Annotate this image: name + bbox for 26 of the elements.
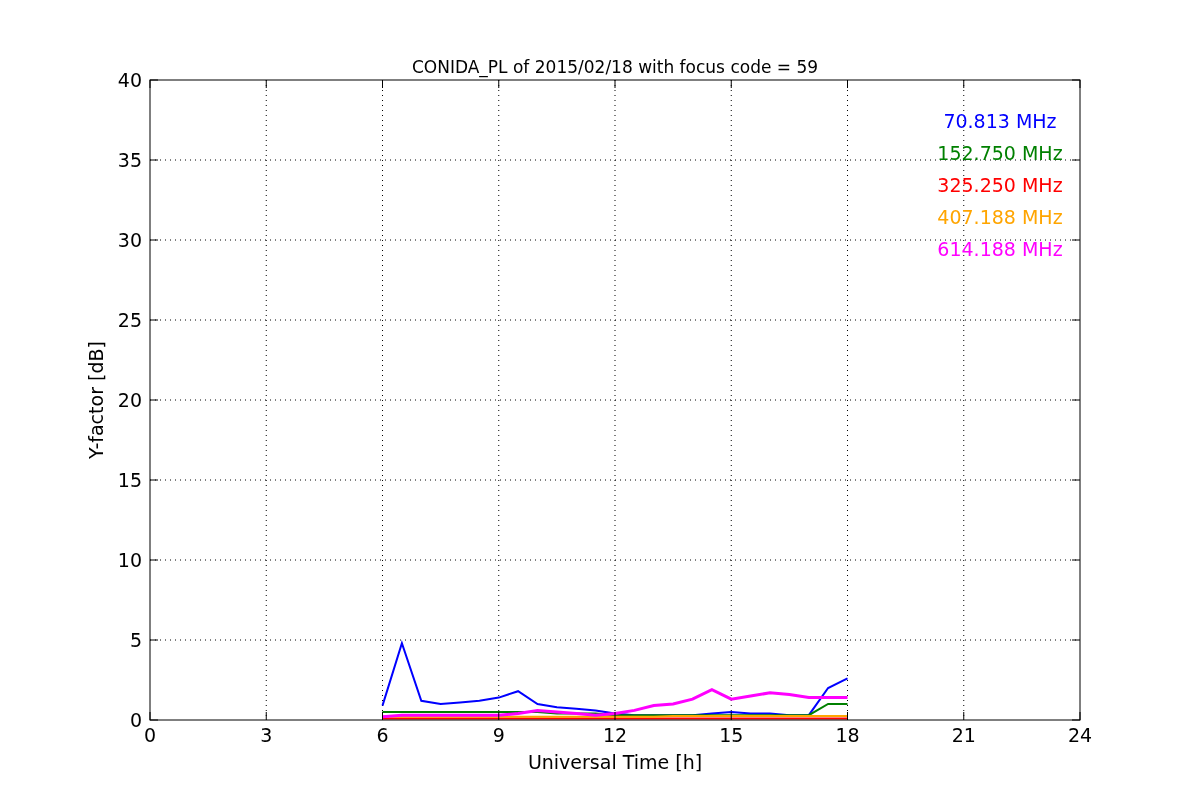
y-tick-label: 0 — [129, 709, 142, 731]
x-tick-label: 24 — [1067, 724, 1093, 746]
x-tick-label: 0 — [143, 724, 157, 746]
y-tick-label: 10 — [117, 549, 142, 571]
x-tick-label: 21 — [951, 724, 976, 746]
y-tick-label: 5 — [129, 629, 142, 651]
legend-label: 407.188 MHz — [937, 206, 1063, 228]
chart-title: CONIDA_PL of 2015/02/18 with focus code = 59 — [411, 57, 819, 77]
y-tick-label: 20 — [117, 389, 142, 411]
x-tick-label: 18 — [835, 724, 860, 746]
y-tick-label: 15 — [117, 469, 142, 491]
x-axis-label: Universal Time [h] — [527, 751, 703, 773]
legend-label: 70.813 MHz — [943, 110, 1057, 132]
legend-label: 325.250 MHz — [937, 174, 1063, 196]
x-tick-label: 3 — [260, 724, 273, 746]
y-tick-label: 40 — [117, 69, 142, 91]
x-tick-label: 15 — [719, 724, 744, 746]
x-tick-label: 9 — [492, 724, 505, 746]
y-axis-label: Y-factor [dB] — [85, 341, 107, 459]
legend-label: 152.750 MHz — [937, 142, 1063, 164]
legend-label: 614.188 MHz — [937, 238, 1063, 260]
y-tick-label: 25 — [117, 309, 142, 331]
x-tick-label: 6 — [376, 724, 389, 746]
x-tick-label: 12 — [602, 724, 628, 746]
y-tick-label: 35 — [117, 149, 142, 171]
y-tick-label: 30 — [117, 229, 142, 251]
